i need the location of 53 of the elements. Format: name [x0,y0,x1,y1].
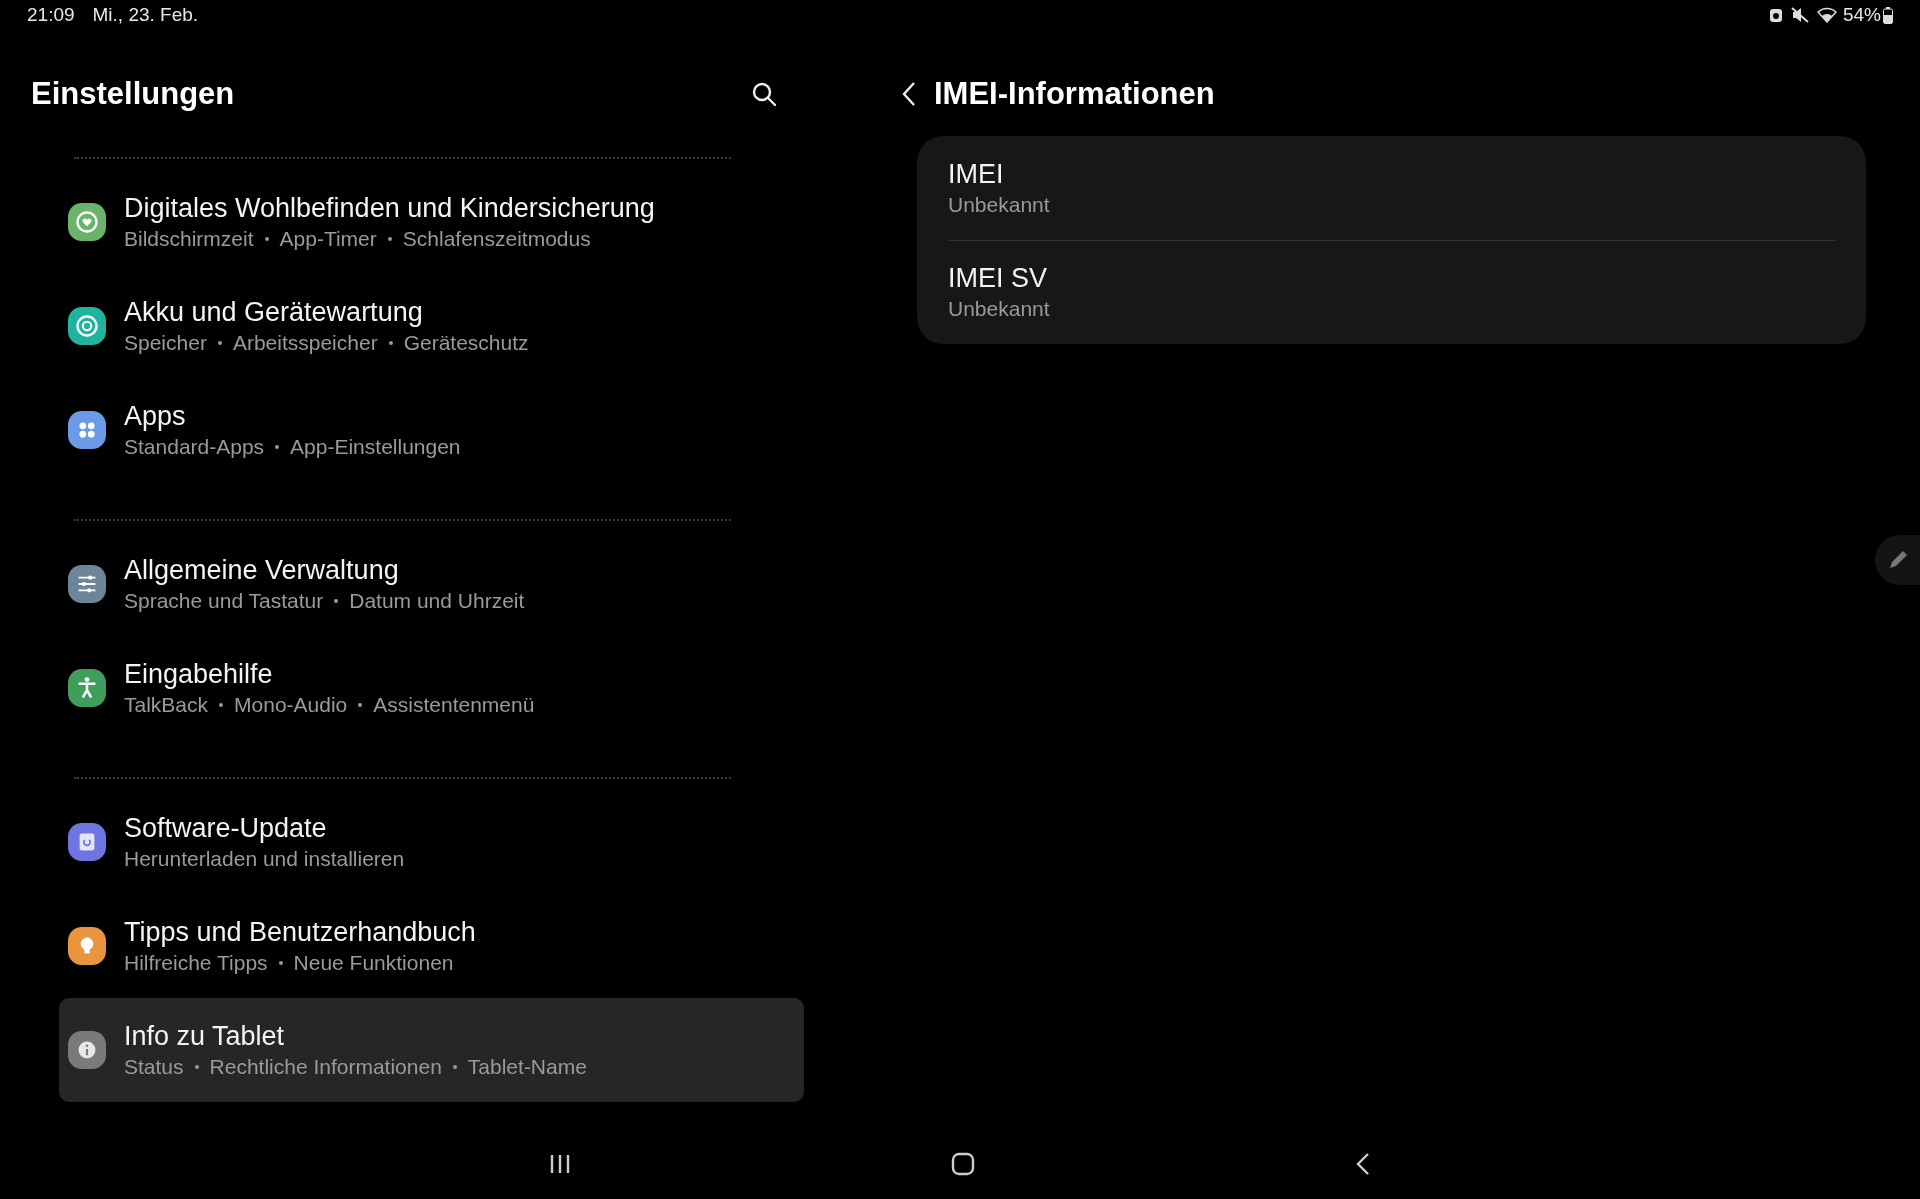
back-icon[interactable] [1355,1151,1371,1176]
page-title: IMEI-Informationen [934,74,1215,113]
item-detail: Geräteschutz [403,329,529,356]
item-detail: Arbeitsspeicher [232,329,378,356]
item-title: Apps [124,399,187,433]
settings-item[interactable]: Akku und Gerätewartung Speicher Arbeitsspeicher Geräteschutz [59,273,804,378]
item-detail: Herunterladen und installieren [124,845,405,872]
item-title: Eingabehilfe [124,657,274,691]
item-title: Allgemeine Verwaltung [124,553,400,587]
item-detail: Assistentenmenü [373,691,535,718]
item-detail: Mono-Audio [234,691,348,718]
item-detail: Neue Funktionen [293,949,454,976]
item-title: Digitales Wohlbefinden und Kindersicherung [124,191,655,225]
item-detail: Bildschirmzeit [124,225,254,252]
item-title: Akku und Gerätewartung [124,295,424,329]
item-title: Tipps und Benutzerhandbuch [124,915,476,949]
item-detail: Status [124,1053,184,1080]
settings-item[interactable]: Info zu Tablet Status Rechtliche Informationen Tablet-Name [59,997,804,1102]
search-icon[interactable] [751,80,777,107]
battery-icon [1883,6,1893,24]
item-title: Software-Update [124,811,328,845]
status-date: Mi., 23. Feb. [92,3,199,28]
info-label: IMEI SV [948,262,1049,296]
item-detail: Sprache und Tastatur [124,587,324,614]
settings-item[interactable]: Software-Update Herunterladen und installieren [59,789,804,894]
info-label: IMEI [948,157,1005,191]
settings-item[interactable]: Allgemeine Verwaltung Sprache und Tastatur Datum und Uhrzeit [59,531,804,636]
item-detail: App-Timer [279,225,377,252]
item-detail: App-Einstellungen [290,433,461,460]
home-icon[interactable] [951,1151,975,1176]
info-value: Unbekannt [948,296,1051,323]
battery-percent: 54% [1842,3,1881,28]
item-detail: Rechtliche Informationen [209,1053,442,1080]
item-title: Info zu Tablet [124,1019,286,1053]
page-title: Einstellungen [31,74,236,113]
item-detail: Standard-Apps [124,433,265,460]
status-time: 21:09 [27,3,75,28]
settings-item[interactable]: Apps Standard-Apps App-Einstellungen [59,377,804,482]
settings-item[interactable]: Eingabehilfe TalkBack Mono-Audio Assistentenmenü [59,635,804,740]
settings-item[interactable]: Tipps und Benutzerhandbuch Hilfreiche Tipps Neue Funktionen [59,893,804,998]
back-icon[interactable] [901,80,917,107]
settings-item[interactable]: Digitales Wohlbefinden und Kindersicherung Bildschirmzeit App-Timer Schlafenszeitmodus [59,169,804,274]
item-detail: Schlafenszeitmodus [402,225,591,252]
recent-apps-icon[interactable] [549,1152,571,1175]
wifi-icon [1816,7,1837,24]
edge-panel-handle[interactable] [1875,535,1920,585]
info-value: Unbekannt [948,191,1051,218]
mute-icon [1790,7,1809,24]
item-detail: Tablet-Name [467,1053,587,1080]
item-detail: TalkBack [124,691,209,718]
item-detail: Hilfreiche Tipps [124,949,268,976]
item-detail: Speicher [124,329,207,356]
item-detail: Datum und Uhrzeit [349,587,525,614]
